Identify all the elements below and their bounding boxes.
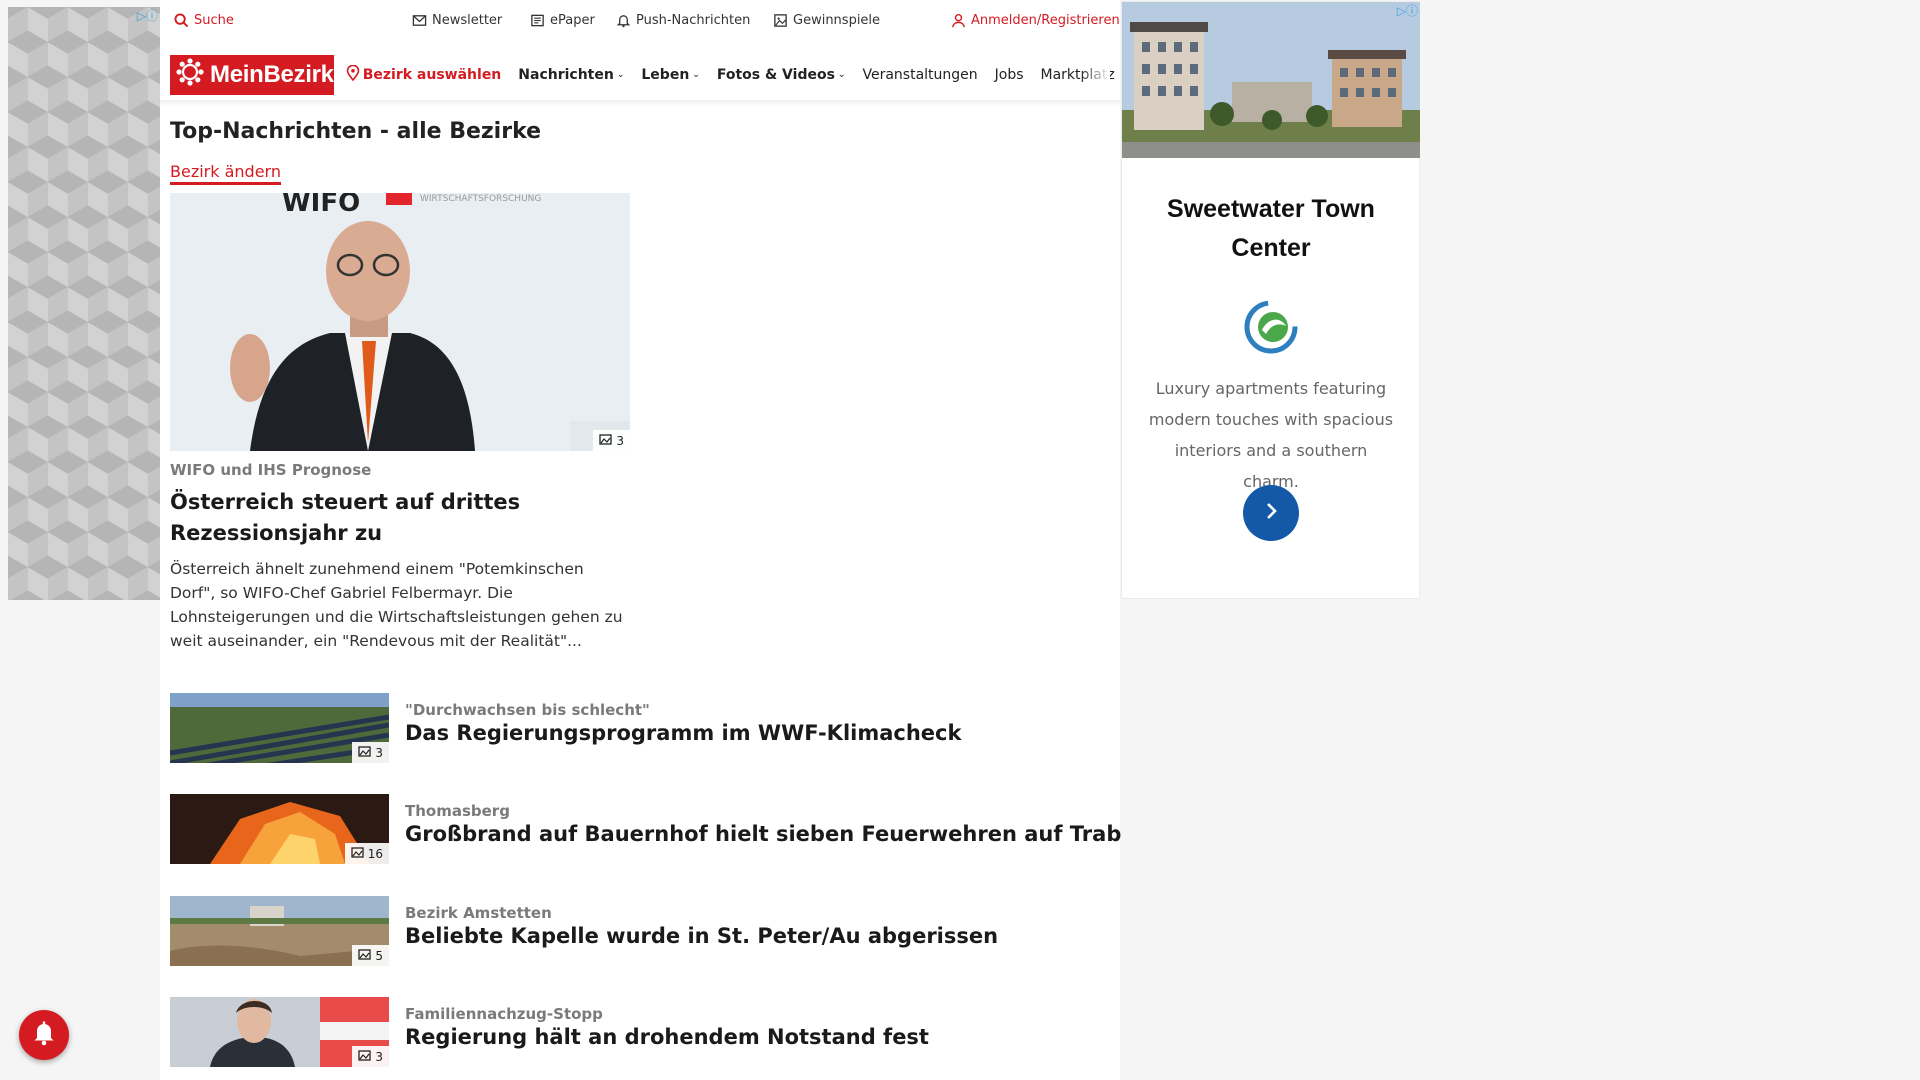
article-thumbnail[interactable]: 5 — [170, 896, 389, 966]
lead-article-image[interactable]: WIFO WIRTSCHAFTSFORSCHUNG 3 — [170, 193, 630, 451]
top-utility-bar: Suche Newsletter ePaper Push-Nachrichten… — [170, 12, 1120, 34]
nav-item-leben[interactable]: Leben ⌄ — [641, 67, 699, 83]
speaker-photo: WIFO WIRTSCHAFTSFORSCHUNG — [170, 193, 630, 451]
right-ad[interactable]: ▷ⓘ Sweetwater Town Center Luxury apartme… — [1121, 1, 1420, 599]
notification-bell-button[interactable] — [19, 1010, 69, 1060]
site-logo[interactable]: MeinBezirk — [170, 55, 334, 95]
nav-fade-overlay — [1080, 54, 1110, 96]
logo-sun-icon — [175, 57, 205, 94]
login-link[interactable]: Anmelden/Registrieren — [950, 12, 1120, 28]
mail-icon — [411, 12, 427, 28]
search-label: Suche — [194, 12, 234, 28]
nav-label: Nachrichten — [518, 67, 614, 83]
photo-count-badge: 3 — [352, 742, 389, 763]
nav-label: Leben — [641, 67, 690, 83]
photo-count-badge: 16 — [344, 843, 389, 864]
photo-count: 3 — [375, 1049, 383, 1064]
gallery-icon — [599, 433, 613, 448]
epaper-link[interactable]: ePaper — [529, 12, 595, 28]
nav-item-veranstaltungen[interactable]: Veranstaltungen — [862, 67, 977, 83]
article-headline[interactable]: Beliebte Kapelle wurde in St. Peter/Au a… — [405, 924, 998, 948]
adchoices-icon[interactable]: ▷ⓘ — [137, 7, 158, 24]
photo-count: 16 — [367, 846, 383, 861]
ad-cta-button[interactable] — [1243, 485, 1299, 541]
nav-label: Veranstaltungen — [862, 67, 978, 83]
ad-photo[interactable]: ▷ⓘ — [1122, 2, 1420, 158]
article-thumbnail[interactable]: 16 — [170, 794, 389, 864]
ad-description: Luxury apartments featuring modern touch… — [1148, 379, 1394, 491]
article-row[interactable]: 3 Familiennachzug-Stopp Regierung hält a… — [170, 997, 1100, 1067]
gift-icon — [772, 12, 788, 28]
lead-kicker: WIFO und IHS Prognose — [170, 461, 372, 479]
contests-link[interactable]: Gewinnspiele — [772, 12, 880, 28]
push-notifications-link[interactable]: Push-Nachrichten — [615, 12, 750, 28]
search-icon — [173, 12, 189, 28]
ad-brand-logo — [1244, 300, 1298, 354]
article-row[interactable]: 5 Bezirk Amstetten Beliebte Kapelle wurd… — [170, 896, 1100, 966]
gallery-icon — [358, 948, 372, 963]
photo-count-badge: 3 — [593, 430, 630, 451]
select-district-button[interactable]: Bezirk auswählen — [346, 64, 502, 85]
page-title: Top-Nachrichten - alle Bezirke — [170, 119, 542, 144]
newspaper-icon — [529, 12, 545, 28]
article-row[interactable]: 3 "Durchwachsen bis schlecht" Das Regier… — [170, 693, 1100, 763]
epaper-label: ePaper — [550, 12, 595, 28]
push-label: Push-Nachrichten — [636, 12, 751, 28]
article-headline[interactable]: Regierung hält an drohendem Notstand fes… — [405, 1025, 929, 1049]
gallery-icon — [358, 1049, 372, 1064]
photo-count: 3 — [375, 745, 383, 760]
bell-icon — [32, 1020, 56, 1050]
nav-label: Jobs — [994, 67, 1024, 83]
nav-shadow — [160, 100, 1120, 106]
photo-count-badge: 3 — [352, 1046, 389, 1067]
article-headline[interactable]: Großbrand auf Bauernhof hielt sieben Feu… — [405, 822, 1121, 846]
gallery-icon — [351, 846, 365, 861]
contests-label: Gewinnspiele — [793, 12, 881, 28]
logo-text: MeinBezirk — [210, 61, 334, 88]
article-kicker: Thomasberg — [405, 802, 510, 820]
bell-icon — [615, 12, 631, 28]
main-navigation: MeinBezirk Bezirk auswählen Nachrichten ⌄… — [170, 54, 1115, 96]
left-ad-banner[interactable]: ▷ⓘ — [8, 7, 160, 600]
apartment-rendering — [1122, 2, 1420, 158]
photo-count: 5 — [375, 948, 383, 963]
photo-count: 3 — [616, 433, 624, 448]
photo-count-badge: 5 — [352, 945, 389, 966]
wifo-backdrop-text: WIFO — [282, 193, 360, 218]
article-thumbnail[interactable]: 3 — [170, 693, 389, 763]
article-headline[interactable]: Das Regierungsprogramm im WWF-Klimacheck — [405, 721, 961, 745]
gallery-icon — [358, 745, 372, 760]
article-row[interactable]: 16 Thomasberg Großbrand auf Bauernhof hi… — [170, 794, 1121, 864]
article-thumbnail[interactable]: 3 — [170, 997, 389, 1067]
nav-item-jobs[interactable]: Jobs — [995, 67, 1024, 83]
main-content: Suche Newsletter ePaper Push-Nachrichten… — [160, 0, 1121, 1080]
nav-item-nachrichten[interactable]: Nachrichten ⌄ — [518, 67, 624, 83]
login-label: Anmelden/Registrieren — [971, 12, 1120, 28]
adchoices-icon[interactable]: ▷ⓘ — [1397, 2, 1418, 19]
svg-text:WIRTSCHAFTSFORSCHUNG: WIRTSCHAFTSFORSCHUNG — [420, 194, 541, 204]
nav-item-fotos-videos[interactable]: Fotos & Videos ⌄ — [717, 67, 846, 83]
article-kicker: Bezirk Amstetten — [405, 904, 552, 922]
ad-title[interactable]: Sweetwater Town Center — [1142, 190, 1400, 268]
chevron-right-icon — [1260, 500, 1282, 526]
lead-teaser: Österreich ähnelt zunehmend einem "Potem… — [170, 560, 623, 650]
search-link[interactable]: Suche — [173, 12, 234, 28]
newsletter-link[interactable]: Newsletter — [411, 12, 502, 28]
chevron-down-icon: ⌄ — [837, 70, 846, 80]
change-district-link[interactable]: Bezirk ändern — [170, 162, 281, 185]
map-pin-icon — [346, 64, 360, 85]
lead-headline[interactable]: Österreich steuert auf drittes Rezession… — [170, 487, 630, 549]
chevron-down-icon: ⌄ — [692, 70, 700, 80]
article-kicker: Familiennachzug-Stopp — [405, 1005, 603, 1023]
article-kicker: "Durchwachsen bis schlecht" — [405, 701, 650, 719]
user-icon — [950, 12, 966, 28]
nav-label: Fotos & Videos — [716, 67, 835, 83]
district-label: Bezirk auswählen — [362, 67, 502, 83]
newsletter-label: Newsletter — [432, 12, 503, 28]
chevron-down-icon: ⌄ — [616, 70, 625, 80]
